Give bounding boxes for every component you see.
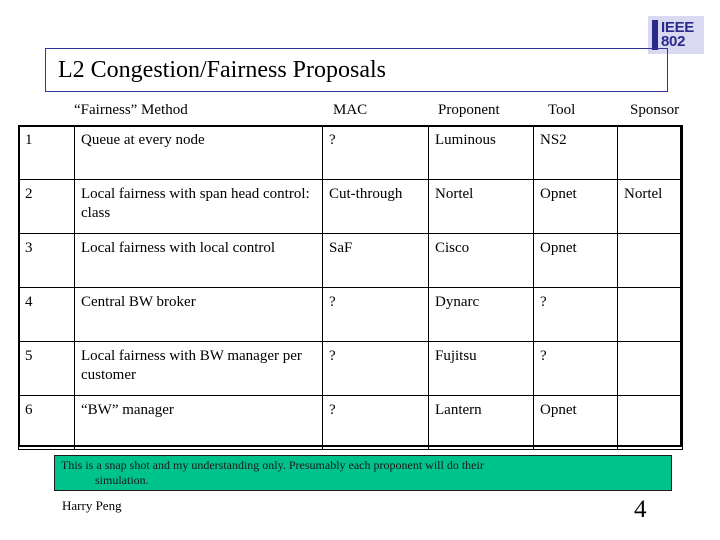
table-row: 5 Local fairness with BW manager per cus… (18, 341, 683, 396)
table-row: 2 Local fairness with span head control:… (18, 179, 683, 234)
cell-tool: Opnet (533, 395, 618, 450)
cell-mac: ? (322, 287, 429, 342)
cell-method: Queue at every node (74, 125, 323, 180)
table-row: 3 Local fairness with local control SaF … (18, 233, 683, 288)
cell-mac: ? (322, 341, 429, 396)
cell-sponsor: Nortel (617, 179, 683, 234)
cell-number: 5 (18, 341, 75, 396)
cell-number: 3 (18, 233, 75, 288)
table-row: 1 Queue at every node ? Luminous NS2 (18, 125, 683, 180)
disclaimer-note-box: This is a snap shot and my understanding… (54, 455, 672, 491)
cell-number: 6 (18, 395, 75, 450)
cell-sponsor (617, 341, 683, 396)
cell-proponent: Dynarc (428, 287, 534, 342)
cell-proponent: Cisco (428, 233, 534, 288)
title-box: L2 Congestion/Fairness Proposals (45, 48, 668, 92)
cell-proponent: Fujitsu (428, 341, 534, 396)
cell-number: 2 (18, 179, 75, 234)
cell-mac: SaF (322, 233, 429, 288)
cell-mac: ? (322, 395, 429, 450)
logo-text: IEEE 802 (661, 20, 694, 50)
cell-number: 1 (18, 125, 75, 180)
cell-sponsor (617, 287, 683, 342)
cell-method: Central BW broker (74, 287, 323, 342)
table-row: 4 Central BW broker ? Dynarc ? (18, 287, 683, 342)
cell-tool: Opnet (533, 179, 618, 234)
cell-sponsor (617, 125, 683, 180)
page-number: 4 (634, 496, 647, 523)
disclaimer-note-line-2: simulation. (95, 473, 149, 487)
cell-number: 4 (18, 287, 75, 342)
cell-method: Local fairness with local control (74, 233, 323, 288)
page-title: L2 Congestion/Fairness Proposals (58, 57, 386, 83)
column-headers: “Fairness” Method MAC Proponent Tool Spo… (18, 100, 682, 122)
proposals-table-body: 1 Queue at every node ? Luminous NS2 2 L… (18, 125, 683, 450)
cell-tool: ? (533, 341, 618, 396)
disclaimer-note-line-1: This is a snap shot and my understanding… (61, 458, 484, 472)
cell-tool: ? (533, 287, 618, 342)
cell-mac: Cut-through (322, 179, 429, 234)
cell-method: Local fairness with BW manager per custo… (74, 341, 323, 396)
column-header-method: “Fairness” Method (74, 102, 188, 118)
cell-sponsor (617, 395, 683, 450)
table-row: 6 “BW” manager ? Lantern Opnet (18, 395, 683, 450)
column-header-mac: MAC (333, 102, 368, 118)
cell-method: Local fairness with span head control: c… (74, 179, 323, 234)
author-name: Harry Peng (62, 498, 122, 513)
column-header-tool: Tool (548, 102, 576, 118)
column-header-sponsor: Sponsor (630, 102, 680, 118)
proposals-table: 1 Queue at every node ? Luminous NS2 2 L… (18, 125, 683, 450)
cell-proponent: Lantern (428, 395, 534, 450)
cell-proponent: Nortel (428, 179, 534, 234)
cell-mac: ? (322, 125, 429, 180)
cell-method: “BW” manager (74, 395, 323, 450)
logo-bar-icon (652, 20, 658, 50)
cell-tool: Opnet (533, 233, 618, 288)
cell-sponsor (617, 233, 683, 288)
column-header-proponent: Proponent (438, 102, 500, 118)
cell-tool: NS2 (533, 125, 618, 180)
cell-proponent: Luminous (428, 125, 534, 180)
